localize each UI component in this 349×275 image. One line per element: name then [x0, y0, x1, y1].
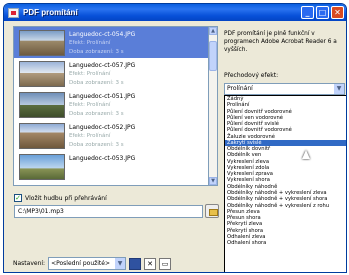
close-button[interactable]: ✕: [331, 6, 344, 19]
delete-icon[interactable]: ✕: [144, 257, 157, 270]
slide-filename: Languedoc-ct-052.JPG: [69, 124, 136, 131]
new-preset-icon[interactable]: ▭: [159, 257, 172, 270]
list-item[interactable]: Languedoc-ct-051.JPG Efekt: Prolínání Do…: [14, 89, 208, 120]
mouse-cursor-icon: [302, 150, 310, 159]
settings-select[interactable]: <Poslední použité> ▼: [48, 257, 127, 270]
photo-thumbnail: [19, 154, 65, 180]
slide-filename: Languedoc-ct-057.JPG: [69, 62, 136, 69]
list-item[interactable]: Languedoc-ct-052.JPG Efekt: Prolínání Do…: [14, 120, 208, 151]
slide-duration: Doba zobrazení: 3 s: [69, 111, 124, 117]
effect-label: Přechodový efekt:: [224, 72, 279, 79]
slide-effect: Efekt: Prolínání: [69, 102, 111, 108]
settings-row: Nastavení: <Poslední použité> ▼ ✕ ▭: [13, 257, 172, 270]
music-option[interactable]: ✓ Vložit hudbu při přehrávání: [14, 194, 107, 202]
scroll-up-icon[interactable]: ▲: [209, 27, 217, 35]
effect-select[interactable]: Prolínání ▼: [224, 83, 345, 95]
slide-effect: Efekt: Prolínání: [69, 40, 111, 46]
slide-duration: Doba zobrazení: 3 s: [69, 49, 124, 55]
slide-filename: Languedoc-ct-054.JPG: [69, 31, 136, 38]
slide-list[interactable]: Languedoc-ct-054.JPG Efekt: Prolínání Do…: [13, 26, 209, 186]
scrollbar-thumb[interactable]: [209, 41, 217, 71]
slide-filename: Languedoc-ct-053.JPG: [69, 155, 136, 162]
save-icon[interactable]: [129, 257, 142, 270]
chevron-down-icon[interactable]: ▼: [334, 84, 344, 94]
photo-thumbnail: [19, 61, 65, 87]
list-item[interactable]: Languedoc-ct-053.JPG: [14, 151, 208, 182]
pdf-slideshow-window: PDF promítání _ □ ✕ Languedoc-ct-054.JPG…: [3, 3, 347, 273]
music-path-field[interactable]: C:\MP3\01.mp3: [14, 205, 203, 218]
pdf-app-icon: [8, 7, 19, 18]
effect-selected-value: Prolínání: [227, 85, 253, 92]
effect-dropdown-list[interactable]: Žádný Prolínání Půlení dovnitř vodorovné Pů…: [224, 95, 346, 272]
browse-folder-button[interactable]: [205, 204, 219, 218]
list-item[interactable]: Languedoc-ct-054.JPG Efekt: Prolínání Do…: [14, 27, 208, 58]
title-bar[interactable]: PDF promítání _ □ ✕: [4, 4, 346, 21]
photo-thumbnail: [19, 92, 65, 118]
info-text: PDF promítání je plně funkční v programe…: [224, 31, 337, 53]
effect-option[interactable]: Obdélníky náhodně + vykreslení z rohu: [225, 203, 346, 209]
music-checkbox[interactable]: ✓: [14, 194, 22, 202]
list-scrollbar[interactable]: ▲ ▼: [209, 26, 218, 186]
slide-duration: Doba zobrazení: 3 s: [69, 80, 124, 86]
scroll-down-icon[interactable]: ▼: [209, 177, 217, 185]
minimize-button[interactable]: _: [301, 6, 314, 19]
slide-effect: Efekt: Prolínání: [69, 133, 111, 139]
settings-label: Nastavení:: [13, 260, 46, 267]
effect-option[interactable]: Odhalení shora: [225, 240, 346, 246]
maximize-button[interactable]: □: [316, 6, 329, 19]
slide-effect: Efekt: Prolínání: [69, 71, 111, 77]
list-item[interactable]: Languedoc-ct-057.JPG Efekt: Prolínání Do…: [14, 58, 208, 89]
window-title: PDF promítání: [23, 8, 78, 17]
slide-filename: Languedoc-ct-051.JPG: [69, 93, 136, 100]
slide-duration: Doba zobrazení: 3 s: [69, 142, 124, 148]
photo-thumbnail: [19, 123, 65, 149]
chevron-down-icon[interactable]: ▼: [115, 258, 126, 269]
settings-value: <Poslední použité>: [51, 260, 111, 267]
photo-thumbnail: [19, 30, 65, 56]
music-checkbox-label: Vložit hudbu při přehrávání: [25, 194, 107, 202]
